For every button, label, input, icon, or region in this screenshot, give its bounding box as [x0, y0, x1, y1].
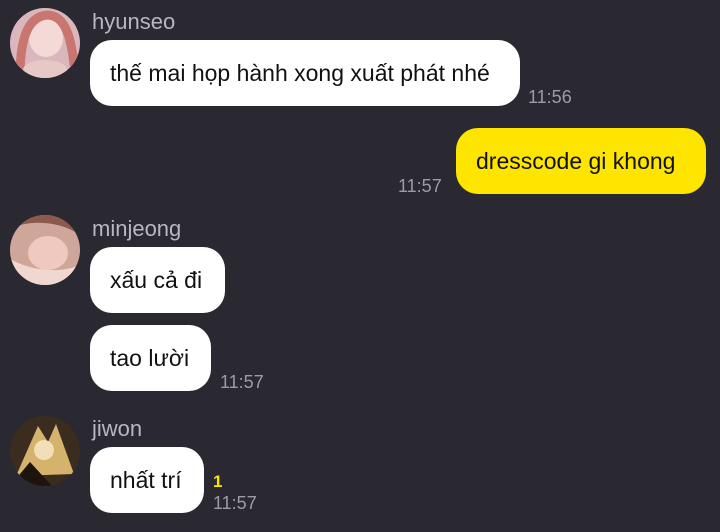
avatar-hyunseo[interactable] [10, 8, 80, 78]
sender-name: hyunseo [92, 9, 176, 34]
sender-name: jiwon [92, 416, 143, 441]
unread-count-badge: 1 [213, 472, 223, 491]
message-bubble[interactable]: xấu cả đi [90, 247, 225, 313]
avatar-jiwon[interactable] [10, 416, 80, 486]
message-bubble-sent[interactable]: dresscode gi khong [456, 128, 706, 194]
message-bubble[interactable]: tao lười [90, 325, 211, 391]
message-timestamp: 11:57 [398, 176, 442, 196]
message-bubble[interactable]: nhất trí [90, 447, 204, 513]
message-timestamp: 11:56 [528, 87, 572, 107]
avatar-minjeong[interactable] [10, 215, 80, 285]
sender-name: minjeong [92, 216, 182, 241]
message-timestamp: 11:57 [213, 493, 257, 513]
message-timestamp: 11:57 [220, 372, 264, 392]
message-bubble[interactable]: thế mai họp hành xong xuất phát nhé [90, 40, 520, 106]
